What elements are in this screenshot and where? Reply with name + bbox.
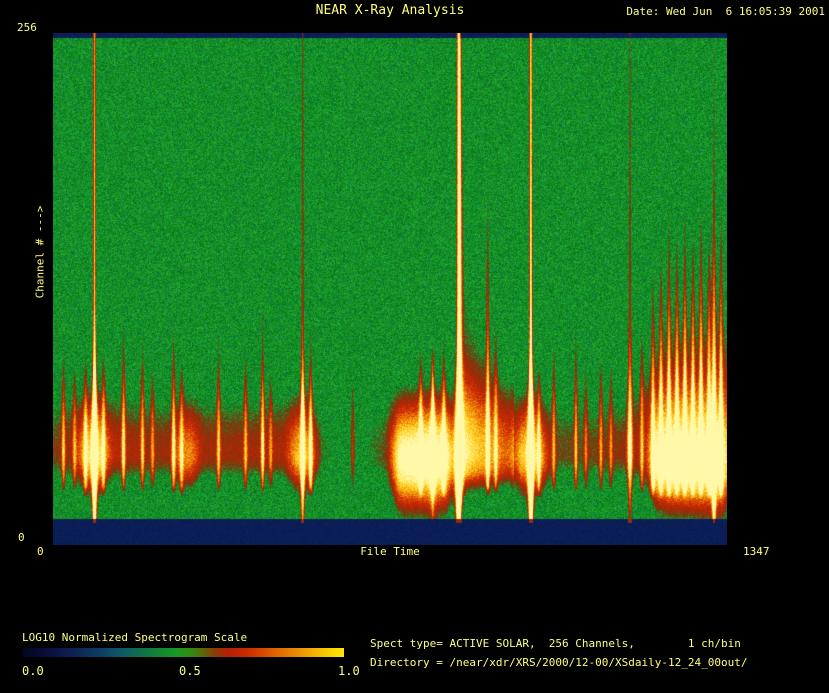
- colorbar-tick-mid: 0.5: [179, 665, 201, 678]
- y-axis-max-label: 256: [17, 21, 37, 34]
- x-axis-min-label: 0: [37, 545, 44, 558]
- colorbar-tick-min: 0.0: [22, 665, 44, 678]
- colorbar-title: LOG10 Normalized Spectrogram Scale: [22, 631, 247, 644]
- directory-line: Directory = /near/xdr/XRS/2000/12-00/XSd…: [370, 656, 748, 669]
- colorbar-tick-max: 1.0: [338, 665, 360, 678]
- y-axis-title: Channel # --->: [34, 206, 47, 299]
- near-xray-analysis-window: NEAR X-Ray Analysis Date: Wed Jun 6 16:0…: [0, 0, 829, 693]
- x-axis-max-label: 1347: [743, 545, 770, 558]
- spectrogram-canvas: [53, 33, 727, 545]
- colorbar-gradient: [22, 648, 344, 657]
- x-axis-title: File Time: [53, 545, 727, 558]
- header-datetime: Date: Wed Jun 6 16:05:39 2001: [626, 5, 825, 18]
- spect-type-line: Spect type= ACTIVE SOLAR, 256 Channels, …: [370, 637, 741, 650]
- y-axis-min-label: 0: [18, 531, 25, 544]
